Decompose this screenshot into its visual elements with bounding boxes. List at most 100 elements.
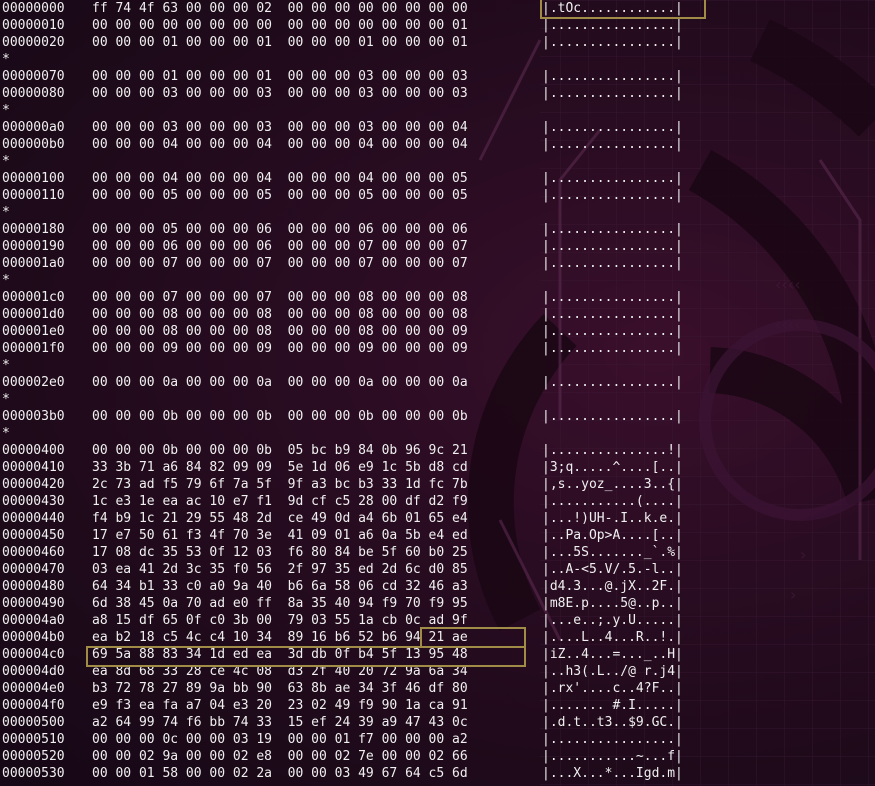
line-offset: 00000460 [2,545,65,560]
line-ascii: |.rx'....c..4?F..| [542,681,683,696]
line-offset: 00000490 [2,596,65,611]
line-hex-bytes: 00 00 00 04 00 00 00 04 00 00 00 04 00 0… [92,137,468,152]
hexdump-line: 00000450 17 e7 50 61 f3 4f 70 3e 41 09 01… [2,527,683,544]
hexdump-line: 000004f0 e9 f3 ea fa a7 04 e3 20 23 02 49… [2,697,683,714]
line-hex-bytes: e9 f3 ea fa a7 04 e3 20 23 02 49 f9 90 1… [92,698,468,713]
highlight-box-magic [540,0,706,19]
line-hex-bytes: 00 00 00 06 00 00 00 06 00 00 00 07 00 0… [92,239,468,254]
line-offset: 00000000 [2,1,65,16]
line-offset: 000001c0 [2,290,65,305]
line-hex-bytes: a2 64 99 74 f6 bb 74 33 15 ef 24 39 a9 4… [92,715,468,730]
line-ascii: |................| [542,171,683,186]
hexdump-line: 00000520 00 00 02 9a 00 00 02 e8 00 00 02… [2,748,683,765]
line-hex-bytes: 33 3b 71 a6 84 82 09 09 5e 1d 06 e9 1c 5… [92,460,468,475]
hexdump-line: * [2,272,683,289]
hexdump-line: 00000100 00 00 00 04 00 00 00 04 00 00 00… [2,170,683,187]
hexdump-line: * [2,391,683,408]
hexdump-line: 00000400 00 00 00 0b 00 00 00 0b 05 bc b9… [2,442,683,459]
line-offset: * [2,103,10,118]
line-offset: * [2,392,10,407]
line-ascii: |................| [542,120,683,135]
svg-text:›: › [790,585,796,604]
line-offset: 000000a0 [2,120,65,135]
hexdump-line: 00000190 00 00 00 06 00 00 00 06 00 00 00… [2,238,683,255]
hexdump-line: 00000410 33 3b 71 a6 84 82 09 09 5e 1d 06… [2,459,683,476]
line-offset: 000004d0 [2,664,65,679]
line-offset: 00000010 [2,18,65,33]
hexdump-line: 00000500 a2 64 99 74 f6 bb 74 33 15 ef 24… [2,714,683,731]
line-ascii: |................| [542,239,683,254]
hexdump-line: 00000420 2c 73 ad f5 79 6f 7a 5f 9f a3 bc… [2,476,683,493]
line-ascii: |................| [542,256,683,271]
hexdump-line: 000001e0 00 00 00 08 00 00 00 08 00 00 00… [2,323,683,340]
line-offset: * [2,205,10,220]
line-offset: 000001d0 [2,307,65,322]
line-ascii: |....L..4...R..!.| [542,630,683,645]
line-offset: * [2,273,10,288]
line-ascii: |3;q.....^....[..| [542,460,683,475]
line-ascii: |................| [542,290,683,305]
line-ascii: |m8E.p....5@..p..| [542,596,683,611]
line-offset: 000004b0 [2,630,65,645]
hexdump-line: * [2,153,683,170]
line-offset: 00000420 [2,477,65,492]
line-hex-bytes: 00 00 00 03 00 00 00 03 00 00 00 03 00 0… [92,120,468,135]
line-hex-bytes: 17 e7 50 61 f3 4f 70 3e 41 09 01 a6 0a 5… [92,528,468,543]
line-hex-bytes: 00 00 02 9a 00 00 02 e8 00 00 02 7e 00 0… [92,749,468,764]
hexdump-line: 00000070 00 00 00 01 00 00 00 01 00 00 00… [2,68,683,85]
hexdump-line: 00000020 00 00 00 01 00 00 00 01 00 00 00… [2,34,683,51]
line-ascii: |................| [542,86,683,101]
line-hex-bytes: 00 00 01 58 00 00 02 2a 00 00 03 49 67 6… [92,766,468,781]
line-hex-bytes: f4 b9 1c 21 29 55 48 2d ce 49 0d a4 6b 0… [92,511,468,526]
line-offset: * [2,52,10,67]
line-ascii: |..Pa.Op>A....[..| [542,528,683,543]
line-offset: 00000440 [2,511,65,526]
line-offset: 00000470 [2,562,65,577]
hexdump-line: 000000b0 00 00 00 04 00 00 00 04 00 00 00… [2,136,683,153]
line-offset: 000004e0 [2,681,65,696]
highlight-box-tail [420,627,526,648]
line-offset: 00000480 [2,579,65,594]
hexdump-line: 000000a0 00 00 00 03 00 00 00 03 00 00 00… [2,119,683,136]
line-offset: 00000080 [2,86,65,101]
line-offset: 000004a0 [2,613,65,628]
line-offset: 00000530 [2,766,65,781]
hexdump-line: 00000010 00 00 00 00 00 00 00 00 00 00 00… [2,17,683,34]
line-offset: 00000070 [2,69,65,84]
hexdump-line: 00000480 64 34 b1 33 c0 a0 9a 40 b6 6a 58… [2,578,683,595]
svg-text:›: › [800,545,806,564]
line-offset: 000004f0 [2,698,65,713]
hexdump-line: 000002e0 00 00 00 0a 00 00 00 0a 00 00 00… [2,374,683,391]
line-offset: 00000180 [2,222,65,237]
line-hex-bytes: 00 00 00 0a 00 00 00 0a 00 00 00 0a 00 0… [92,375,468,390]
line-offset: 00000520 [2,749,65,764]
hexdump-line: 00000430 1c e3 1e ea ac 10 e7 f1 9d cf c5… [2,493,683,510]
hexdump-line: * [2,51,683,68]
line-hex-bytes: 00 00 00 03 00 00 00 03 00 00 00 03 00 0… [92,86,468,101]
line-hex-bytes: 00 00 00 07 00 00 00 07 00 00 00 07 00 0… [92,256,468,271]
line-hex-bytes: 00 00 00 09 00 00 00 09 00 00 00 09 00 0… [92,341,468,356]
hexdump-line: 00000460 17 08 dc 35 53 0f 12 03 f6 80 84… [2,544,683,561]
line-ascii: |................| [542,341,683,356]
line-offset: 00000400 [2,443,65,458]
line-offset: 000002e0 [2,375,65,390]
line-hex-bytes: 00 00 00 01 00 00 00 01 00 00 00 01 00 0… [92,35,468,50]
line-ascii: |...5S......._`.%| [542,545,683,560]
line-ascii: |................| [542,188,683,203]
line-offset: 000001f0 [2,341,65,356]
line-hex-bytes: 00 00 00 01 00 00 00 01 00 00 00 03 00 0… [92,69,468,84]
line-offset: 000000b0 [2,137,65,152]
line-ascii: |...X...*...Igd.m| [542,766,683,781]
hexdump-line: 000001a0 00 00 00 07 00 00 00 07 00 00 00… [2,255,683,272]
hexdump-line: 000004e0 b3 72 78 27 89 9a bb 90 63 8b ae… [2,680,683,697]
hexdump-line: * [2,425,683,442]
line-hex-bytes: 1c e3 1e ea ac 10 e7 f1 9d cf c5 28 00 d… [92,494,468,509]
line-ascii: |iZ..4...=..._..H| [542,647,683,662]
line-offset: 00000410 [2,460,65,475]
line-ascii: |...........~...f| [542,749,683,764]
line-hex-bytes: 00 00 00 08 00 00 00 08 00 00 00 08 00 0… [92,324,468,339]
line-ascii: |,s..yoz_....3..{| [542,477,683,492]
line-offset: 00000020 [2,35,65,50]
line-offset: 000001a0 [2,256,65,271]
line-ascii: |....... #.I.....| [542,698,683,713]
